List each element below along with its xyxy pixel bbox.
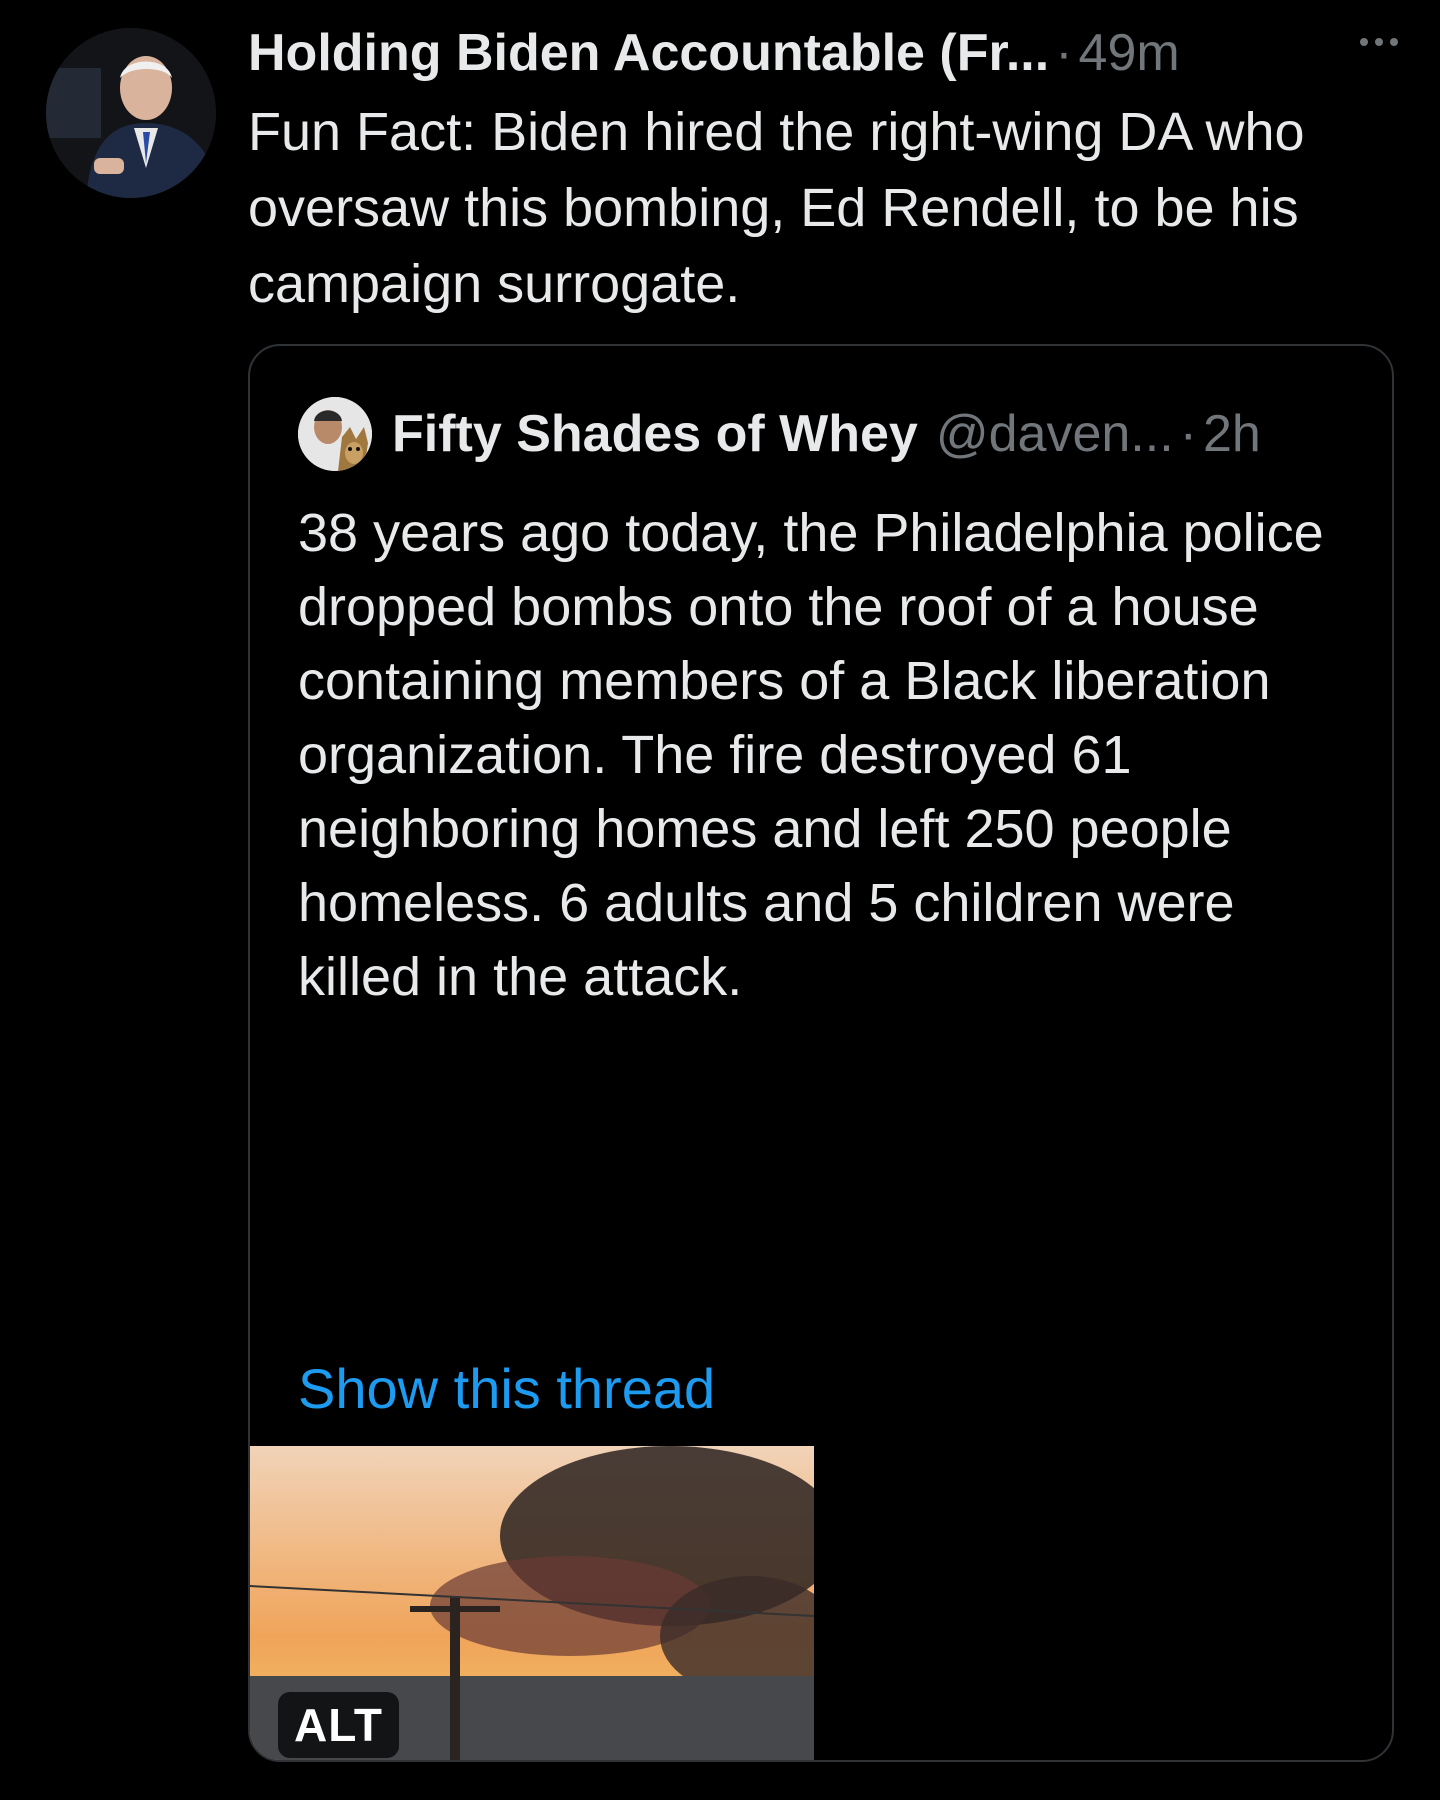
more-dots-icon[interactable] xyxy=(1360,38,1398,46)
media-grid: ALT xyxy=(250,1446,1392,1760)
more-dot xyxy=(1375,38,1383,46)
quoted-tweet-text: 38 years ago today, the Philadelphia pol… xyxy=(298,503,1324,1007)
author-display-name[interactable]: Holding Biden Accountable (Fr... xyxy=(248,23,1049,83)
tweet-header: Holding Biden Accountable (Fr... · 49m xyxy=(248,18,1398,88)
alt-badge-left[interactable]: ALT xyxy=(278,1692,400,1758)
tweet[interactable]: Holding Biden Accountable (Fr... · 49m F… xyxy=(0,0,1440,1800)
quoted-tweet-header: Fifty Shades of Whey @daven... · 2h xyxy=(298,394,1261,474)
tweet-timestamp[interactable]: 49m xyxy=(1079,23,1180,83)
quoted-tweet-timestamp[interactable]: 2h xyxy=(1203,404,1261,464)
separator-dot: · xyxy=(1179,405,1197,463)
show-thread-link[interactable]: Show this thread xyxy=(298,1356,715,1421)
more-dot xyxy=(1360,38,1368,46)
quoted-avatar-image xyxy=(298,397,372,471)
more-dot xyxy=(1390,38,1398,46)
quoted-author-avatar[interactable] xyxy=(298,397,372,471)
quoted-author-display-name[interactable]: Fifty Shades of Whey xyxy=(392,404,918,464)
quoted-author-handle[interactable]: @daven... xyxy=(936,404,1174,464)
author-avatar[interactable] xyxy=(46,28,216,198)
quoted-tweet[interactable]: Fifty Shades of Whey @daven... · 2h 38 y… xyxy=(248,344,1394,1762)
author-avatar-image xyxy=(46,28,216,198)
tweet-text: Fun Fact: Biden hired the right-wing DA … xyxy=(248,102,1305,314)
separator-dot: · xyxy=(1055,24,1073,82)
